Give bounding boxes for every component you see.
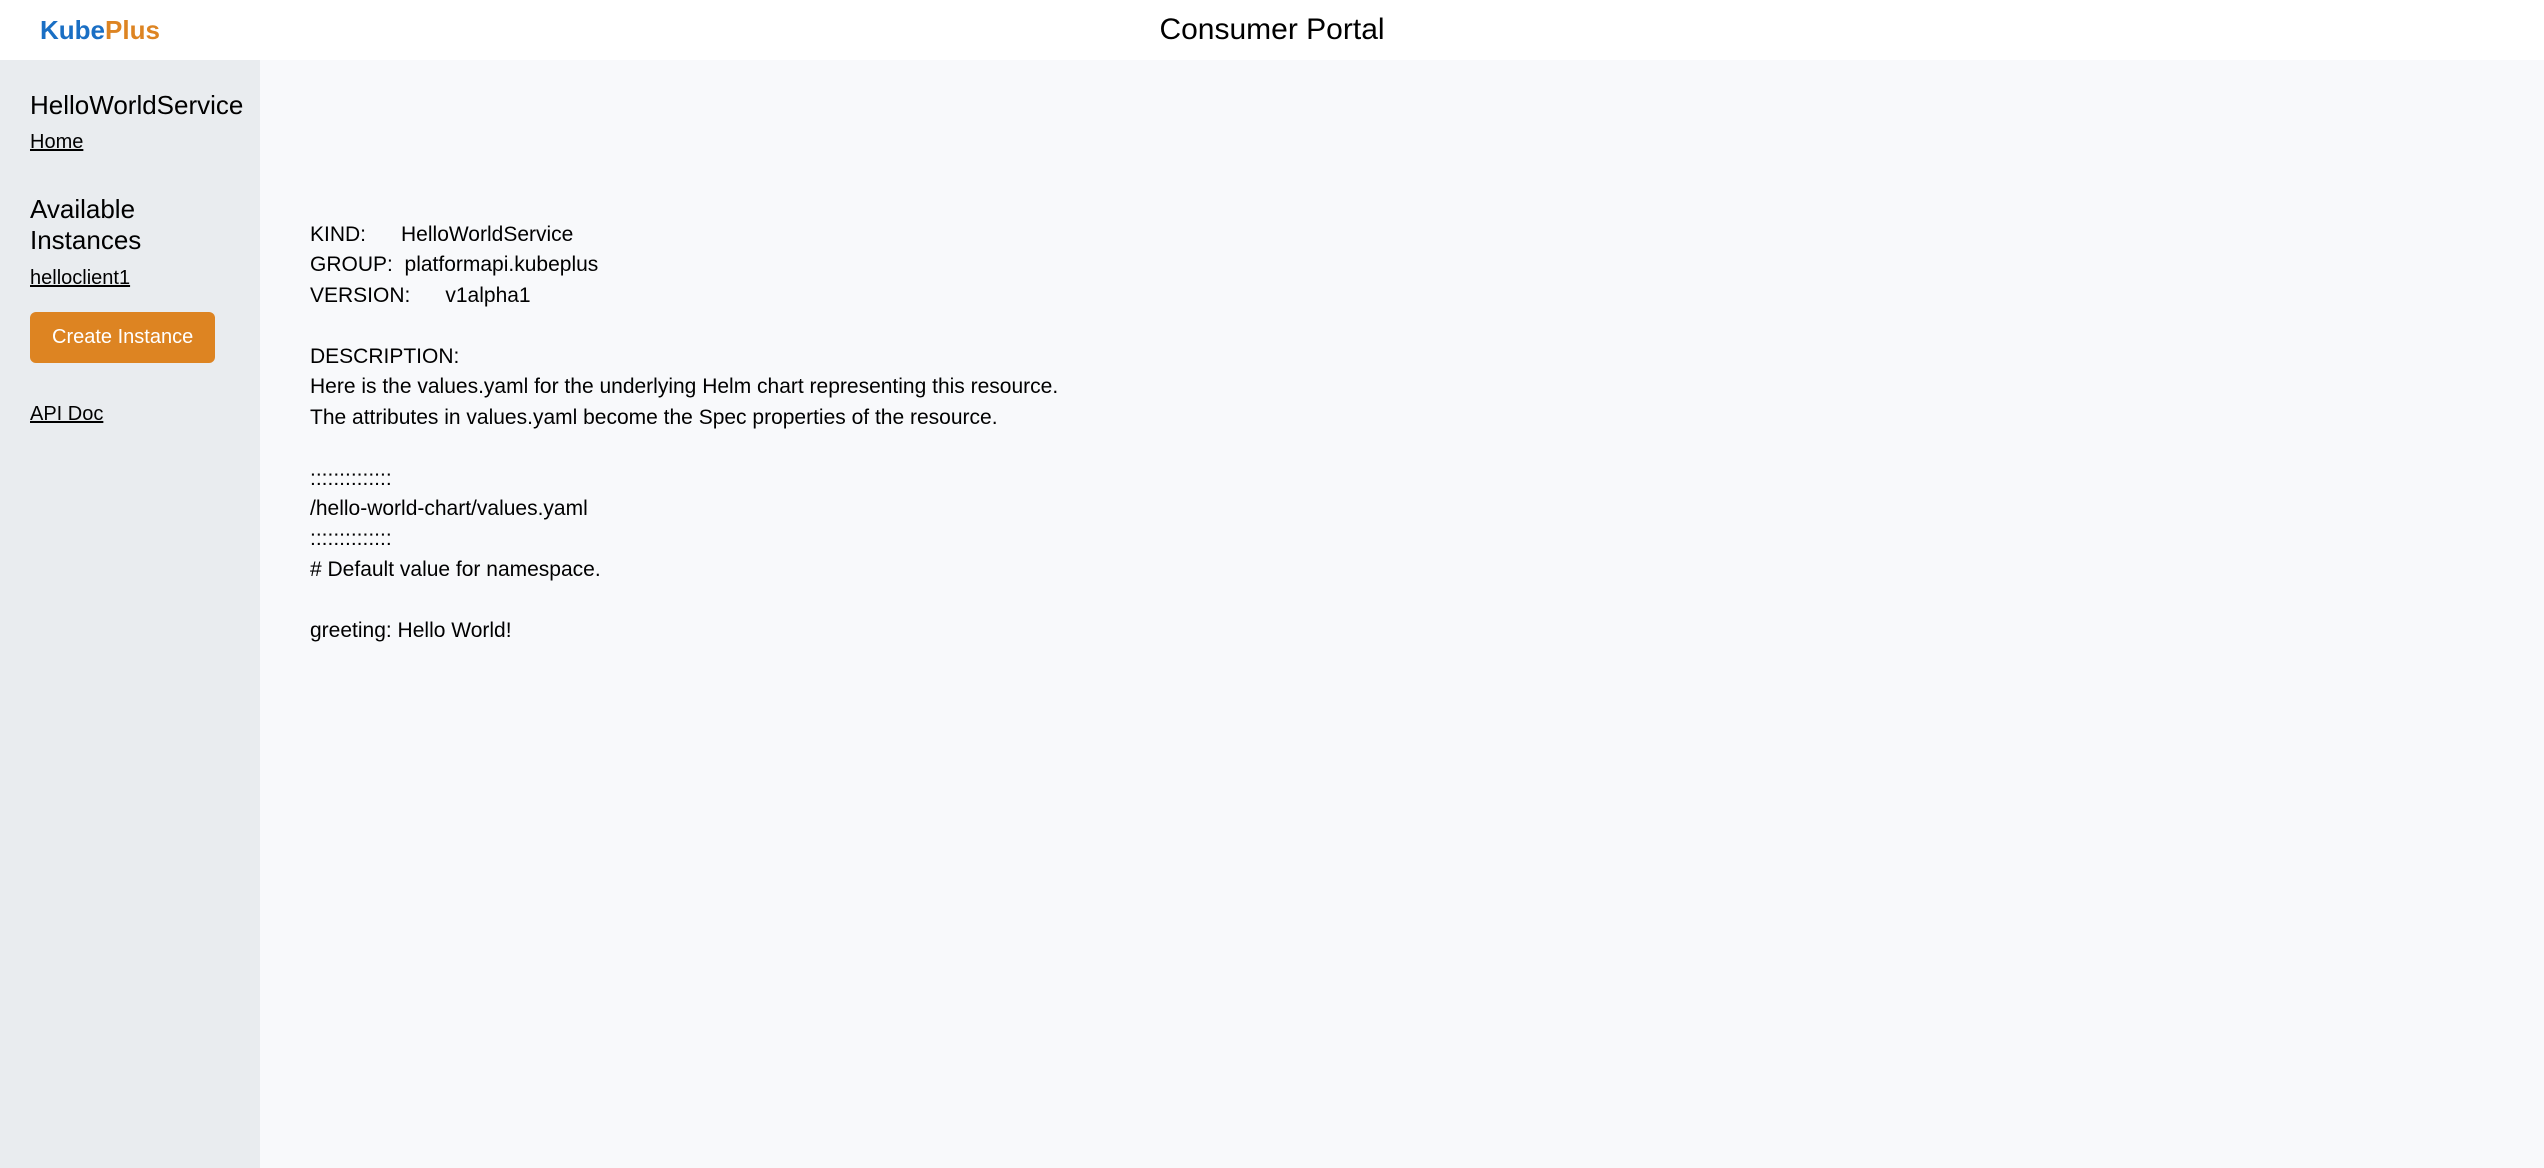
logo: KubePlus (40, 15, 160, 46)
api-doc-text: KIND: HelloWorldService GROUP: platforma… (310, 220, 2494, 646)
sidebar: HelloWorldService Home Available Instanc… (0, 60, 260, 1168)
sidebar-instances-section: Available Instances helloclient1 Create … (30, 194, 230, 362)
sidebar-instances-heading: Available Instances (30, 194, 230, 256)
main-content: KIND: HelloWorldService GROUP: platforma… (260, 60, 2544, 1168)
create-instance-button[interactable]: Create Instance (30, 312, 215, 363)
sidebar-service-section: HelloWorldService Home (30, 90, 230, 154)
layout: HelloWorldService Home Available Instanc… (0, 60, 2544, 1168)
logo-kube-text: Kube (40, 15, 105, 45)
sidebar-apidoc-link[interactable]: API Doc (30, 403, 230, 426)
sidebar-service-name: HelloWorldService (30, 90, 230, 121)
sidebar-home-link[interactable]: Home (30, 131, 230, 154)
header: KubePlus Consumer Portal (0, 0, 2544, 60)
sidebar-instance-link[interactable]: helloclient1 (30, 267, 230, 290)
logo-plus-text: Plus (105, 15, 160, 45)
sidebar-apidoc-section: API Doc (30, 403, 230, 426)
portal-title: Consumer Portal (1159, 13, 1384, 47)
